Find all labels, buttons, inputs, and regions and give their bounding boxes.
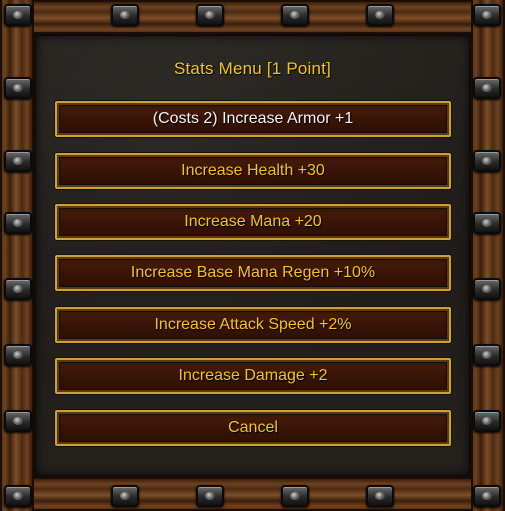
stats-menu-dialog: Stats Menu [1 Point] (Costs 2) Increase …	[0, 0, 505, 511]
rivet-icon	[473, 212, 501, 234]
rivet-icon	[473, 150, 501, 172]
rivet-icon	[281, 485, 309, 507]
button-label: Increase Mana +20	[184, 213, 322, 230]
rivet-icon	[473, 410, 501, 432]
rivet-icon	[4, 410, 32, 432]
rivet-icon	[473, 77, 501, 99]
increase-damage-button[interactable]: Increase Damage +2	[55, 358, 451, 394]
rivet-icon	[4, 4, 32, 26]
rivet-icon	[4, 77, 32, 99]
button-label: Increase Damage +2	[178, 367, 328, 384]
increase-attack-speed-button[interactable]: Increase Attack Speed +2%	[55, 307, 451, 343]
rivet-icon	[473, 485, 501, 507]
button-label: Increase Attack Speed +2%	[154, 316, 352, 333]
button-label: (Costs 2) Increase Armor +1	[152, 110, 354, 127]
rivet-icon	[4, 344, 32, 366]
rivet-icon	[111, 485, 139, 507]
rivet-icon	[196, 485, 224, 507]
rivet-icon	[366, 4, 394, 26]
rivet-icon	[196, 4, 224, 26]
increase-mana-regen-button[interactable]: Increase Base Mana Regen +10%	[55, 255, 451, 291]
rivet-icon	[4, 212, 32, 234]
rivet-icon	[473, 344, 501, 366]
rivet-icon	[473, 278, 501, 300]
frame-top-border	[0, 0, 505, 34]
increase-mana-button[interactable]: Increase Mana +20	[55, 204, 451, 240]
increase-armor-button[interactable]: (Costs 2) Increase Armor +1	[55, 101, 451, 137]
increase-health-button[interactable]: Increase Health +30	[55, 153, 451, 189]
rivet-icon	[111, 4, 139, 26]
frame-bottom-border	[0, 477, 505, 511]
button-label: Increase Base Mana Regen +10%	[130, 264, 376, 281]
button-label: Increase Health +30	[181, 162, 325, 179]
rivet-icon	[4, 278, 32, 300]
rivet-icon	[4, 485, 32, 507]
rivet-icon	[4, 150, 32, 172]
rivet-icon	[473, 4, 501, 26]
cancel-button[interactable]: Cancel	[55, 410, 451, 446]
button-label: Cancel	[228, 419, 278, 436]
menu-title: Stats Menu [1 Point]	[173, 59, 332, 78]
rivet-icon	[281, 4, 309, 26]
rivet-icon	[366, 485, 394, 507]
